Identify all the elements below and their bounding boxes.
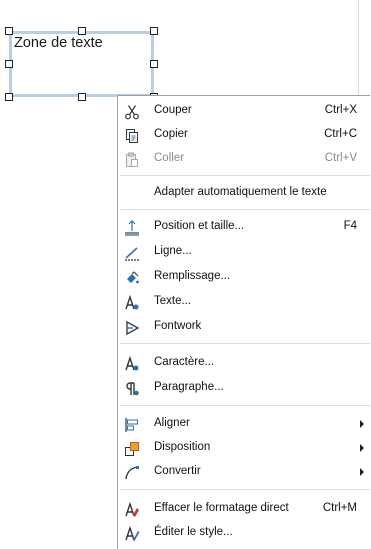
menu-item-copier[interactable]: Copier Ctrl+C (118, 124, 370, 148)
menu-item-label: Paragraphe... (154, 381, 224, 393)
resize-handle-top-left[interactable] (5, 27, 13, 35)
menu-item-label: Adapter automatiquement le texte (154, 186, 327, 198)
edit-style-icon (124, 526, 140, 542)
menu-item-aligner[interactable]: Aligner (118, 413, 370, 437)
menu-item-shortcut: Ctrl+M (322, 502, 357, 514)
menu-item-shortcut: Ctrl+V (324, 152, 357, 164)
text-box-content[interactable]: Zone de texte (14, 35, 103, 51)
menu-item-editer-style[interactable]: Éditer le style... (118, 522, 370, 546)
menu-item-label: Fontwork (154, 320, 202, 332)
menu-item-label: Convertir (154, 465, 201, 477)
menu-separator (120, 175, 370, 176)
menu-item-label: Couper (154, 104, 192, 116)
menu-item-shortcut: F4 (343, 220, 357, 232)
text-box[interactable]: Zone de texte (5, 27, 158, 101)
document-page-edge (358, 0, 359, 95)
resize-handle-left[interactable] (5, 60, 13, 68)
align-icon (124, 417, 140, 433)
menu-item-label: Copier (154, 128, 188, 140)
menu-item-disposition[interactable]: Disposition (118, 437, 370, 461)
line-icon (124, 245, 140, 261)
menu-item-label: Disposition (154, 441, 211, 453)
submenu-arrow-icon (360, 444, 364, 452)
menu-item-label: Remplissage... (154, 270, 231, 282)
menu-item-fontwork[interactable]: Fontwork (118, 316, 370, 340)
menu-item-label: Position et taille... (154, 220, 245, 232)
menu-separator (120, 343, 370, 344)
arrange-icon (124, 441, 140, 457)
menu-item-label: Texte... (154, 295, 192, 307)
cut-icon (124, 104, 140, 120)
resize-handle-top[interactable] (78, 27, 86, 35)
clear-formatting-icon (124, 502, 140, 518)
submenu-arrow-icon (360, 468, 364, 476)
menu-item-label: Coller (154, 152, 185, 164)
menu-item-convertir[interactable]: Convertir (118, 461, 370, 485)
text-attributes-icon (124, 295, 140, 311)
menu-item-shortcut: Ctrl+X (324, 104, 357, 116)
menu-separator (120, 209, 370, 210)
menu-item-label: Éditer le style... (154, 526, 233, 538)
character-icon (124, 356, 140, 372)
context-menu: Couper Ctrl+X Copier Ctrl+C Coller Ctrl+… (117, 95, 370, 549)
menu-separator (120, 489, 370, 490)
menu-item-adapter-texte[interactable]: Adapter automatiquement le texte (118, 182, 370, 206)
resize-handle-top-right[interactable] (150, 27, 158, 35)
submenu-arrow-icon (360, 420, 364, 428)
menu-item-paragraphe[interactable]: Paragraphe... (118, 377, 370, 401)
menu-item-label: Effacer le formatage direct (154, 502, 289, 514)
menu-item-ligne[interactable]: Ligne... (118, 241, 370, 265)
menu-item-caractere[interactable]: Caractère... (118, 352, 370, 376)
resize-handle-bottom-left[interactable] (5, 93, 13, 101)
paragraph-icon (124, 381, 140, 397)
copy-icon (124, 128, 140, 144)
menu-item-position-taille[interactable]: Position et taille... F4 (118, 216, 370, 240)
menu-item-label: Ligne... (154, 245, 192, 257)
menu-item-label: Aligner (154, 417, 190, 429)
convert-icon (124, 465, 140, 481)
paste-icon (124, 152, 140, 168)
menu-item-couper[interactable]: Couper Ctrl+X (118, 100, 370, 124)
position-size-icon (124, 220, 140, 236)
menu-item-shortcut: Ctrl+C (324, 128, 357, 140)
menu-item-effacer-formatage[interactable]: Effacer le formatage direct Ctrl+M (118, 498, 370, 522)
fill-icon (124, 270, 140, 286)
resize-handle-right[interactable] (150, 60, 158, 68)
fontwork-icon (124, 320, 140, 336)
menu-item-label: Caractère... (154, 356, 215, 368)
menu-item-coller[interactable]: Coller Ctrl+V (118, 148, 370, 172)
menu-separator (120, 405, 370, 406)
menu-item-texte[interactable]: Texte... (118, 291, 370, 315)
menu-item-remplissage[interactable]: Remplissage... (118, 266, 370, 290)
resize-handle-bottom[interactable] (78, 93, 86, 101)
